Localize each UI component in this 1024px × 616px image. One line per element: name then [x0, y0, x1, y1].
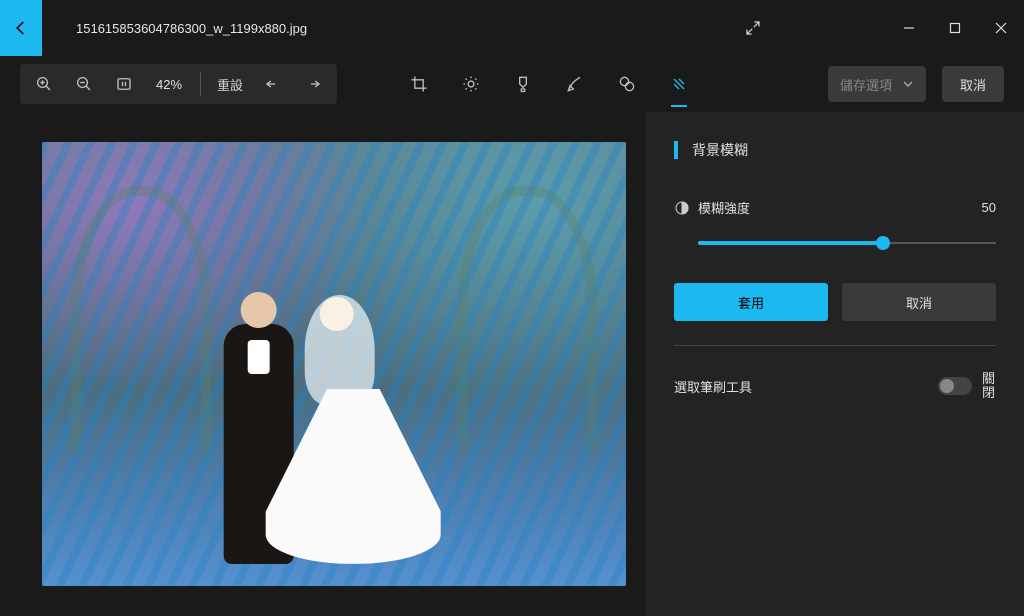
- brush-icon: [513, 74, 533, 94]
- toggle-state-label: 關閉: [982, 372, 996, 401]
- maximize-icon: [949, 22, 961, 34]
- close-button[interactable]: [978, 8, 1024, 48]
- window-controls: [886, 8, 1024, 48]
- brush-tool-row: 選取筆刷工具 關閉: [674, 372, 996, 401]
- close-icon: [995, 22, 1007, 34]
- strength-label: 模糊強度: [698, 198, 750, 217]
- zoom-out-icon: [75, 75, 93, 93]
- maximize-button[interactable]: [932, 8, 978, 48]
- brush-toggle[interactable]: [938, 377, 972, 395]
- zoom-value: 42%: [144, 77, 194, 92]
- main-area: 背景模糊 模糊強度 50 套用 取消 選取筆刷工具 關閉: [0, 112, 1024, 616]
- arrow-left-icon: [12, 19, 30, 37]
- panel-button-row: 套用 取消: [674, 283, 996, 321]
- expand-icon: [744, 19, 762, 37]
- fit-screen-button[interactable]: [104, 64, 144, 104]
- panel-title-accent: [674, 141, 678, 159]
- reset-button[interactable]: 重設: [207, 75, 253, 94]
- undo-button[interactable]: [253, 64, 293, 104]
- strength-row: 模糊強度 50: [674, 198, 996, 217]
- divider: [674, 345, 996, 346]
- panel-title-row: 背景模糊: [674, 140, 996, 160]
- tool-group: [403, 61, 695, 107]
- slider-thumb[interactable]: [876, 236, 890, 250]
- slider-fill: [698, 241, 883, 245]
- zoom-out-button[interactable]: [64, 64, 104, 104]
- strength-value: 50: [982, 200, 996, 215]
- save-options-dropdown[interactable]: 儲存選項: [828, 66, 926, 102]
- window-filename: 151615853604786300_w_1199x880.jpg: [76, 21, 307, 36]
- brush-toggle-group: 關閉: [938, 372, 996, 401]
- expand-button[interactable]: [730, 0, 776, 56]
- image-preview[interactable]: [42, 142, 626, 586]
- minimize-icon: [903, 22, 915, 34]
- back-button[interactable]: [0, 0, 42, 56]
- chevron-down-icon: [902, 78, 914, 90]
- blur-tool[interactable]: [663, 61, 695, 107]
- crop-tool[interactable]: [403, 61, 435, 107]
- titlebar: 151615853604786300_w_1199x880.jpg: [0, 0, 1024, 56]
- zoom-group: 42% 重設: [20, 64, 337, 104]
- strength-label-group: 模糊強度: [674, 198, 750, 217]
- redo-icon: [304, 75, 322, 93]
- effects-icon: [617, 74, 637, 94]
- draw-tool[interactable]: [559, 61, 591, 107]
- minimize-button[interactable]: [886, 8, 932, 48]
- redo-button[interactable]: [293, 64, 333, 104]
- undo-icon: [264, 75, 282, 93]
- toggle-knob: [940, 379, 954, 393]
- panel-title: 背景模糊: [692, 140, 748, 160]
- effects-tool[interactable]: [611, 61, 643, 107]
- fit-screen-icon: [115, 75, 133, 93]
- side-panel: 背景模糊 模糊強度 50 套用 取消 選取筆刷工具 關閉: [646, 112, 1024, 616]
- brush-tool[interactable]: [507, 61, 539, 107]
- brush-tool-label: 選取筆刷工具: [674, 377, 752, 396]
- cancel-top-button[interactable]: 取消: [942, 66, 1004, 102]
- apply-button[interactable]: 套用: [674, 283, 828, 321]
- zoom-in-icon: [35, 75, 53, 93]
- panel-cancel-button[interactable]: 取消: [842, 283, 996, 321]
- adjust-tool[interactable]: [455, 61, 487, 107]
- contrast-icon: [674, 200, 690, 216]
- crop-icon: [409, 74, 429, 94]
- save-options-label: 儲存選項: [840, 75, 892, 94]
- blur-icon: [669, 74, 689, 94]
- brightness-icon: [461, 74, 481, 94]
- zoom-in-button[interactable]: [24, 64, 64, 104]
- draw-icon: [565, 74, 585, 94]
- canvas-area: [0, 112, 646, 616]
- strength-slider[interactable]: [698, 233, 996, 253]
- toolbar: 42% 重設 儲存選項 取消: [0, 56, 1024, 112]
- divider: [200, 72, 201, 96]
